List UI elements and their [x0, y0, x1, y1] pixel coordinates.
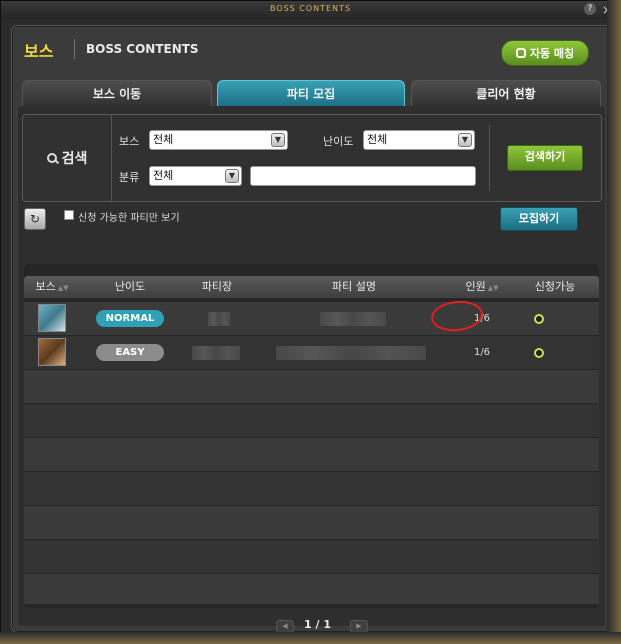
party-table: 보스 ▲▼ 난이도 파티장 파티 설명 인원 ▲▼ 신청가능 NORMAL 1/6: [24, 264, 599, 608]
boss-portrait: [38, 304, 66, 332]
boss-portrait: [38, 338, 66, 366]
available-indicator-icon: [534, 348, 544, 358]
chevron-down-icon: ▼: [225, 169, 239, 183]
description-blurred: [320, 312, 386, 326]
brand-divider: [74, 39, 75, 59]
difficulty-badge: NORMAL: [96, 310, 164, 327]
auto-match-label: 자동 매칭: [529, 47, 575, 60]
brand-title: 보스: [24, 42, 54, 61]
tab-boss-move[interactable]: 보스 이동: [22, 80, 212, 108]
table-header: 보스 ▲▼ 난이도 파티장 파티 설명 인원 ▲▼ 신청가능: [24, 276, 599, 298]
category-select-value: 전체: [153, 169, 174, 182]
tab-bar: 보스 이동 파티 모집 클리어 현황: [22, 80, 601, 108]
table-row[interactable]: NORMAL 1/6: [24, 302, 599, 335]
boss-contents-window: BOSS CONTENTS ? × 보스 BOSS CONTENTS 자동 매칭…: [0, 0, 621, 644]
members-count: 1/6: [473, 347, 491, 358]
search-heading: 검색: [23, 115, 112, 201]
toolbar: ↻ 신청 가능한 파티만 보기 모집하기: [18, 206, 605, 236]
boss-filter-label: 보스: [119, 135, 140, 148]
title-bar[interactable]: BOSS CONTENTS ? ×: [1, 1, 620, 19]
help-icon[interactable]: ?: [584, 3, 596, 15]
column-header-description: 파티 설명: [332, 280, 376, 293]
auto-match-button[interactable]: 자동 매칭: [501, 40, 589, 66]
table-row-empty: [24, 506, 599, 539]
page-indicator: 1 / 1: [304, 618, 331, 631]
available-only-label: 신청 가능한 파티만 보기: [78, 213, 180, 224]
column-header-leader: 파티장: [201, 280, 233, 293]
tab-clear-status[interactable]: 클리어 현황: [411, 80, 601, 108]
column-header-members[interactable]: 인원 ▲▼: [454, 276, 510, 298]
boss-select[interactable]: 전체 ▼: [149, 130, 288, 150]
category-select[interactable]: 전체 ▼: [149, 166, 242, 186]
recruit-button[interactable]: 모집하기: [500, 207, 578, 231]
table-row-empty: [24, 540, 599, 573]
background-edge-right: [607, 0, 621, 644]
category-filter-label: 분류: [119, 171, 140, 184]
table-row-empty: [24, 472, 599, 505]
difficulty-filter-label: 난이도: [323, 135, 354, 148]
panel-header: 보스 BOSS CONTENTS 자동 매칭: [12, 26, 611, 76]
main-panel: 보스 BOSS CONTENTS 자동 매칭 보스 이동 파티 모집 클리어 현…: [11, 25, 612, 633]
difficulty-select-value: 전체: [367, 133, 388, 146]
sort-icon: ▲▼: [57, 284, 69, 292]
table-row-empty: [24, 404, 599, 437]
background-edge-bottom: [0, 632, 621, 644]
search-panel: 검색 보스 전체 ▼ 난이도 전체 ▼ 분류 전체 ▼ 검색하기: [22, 114, 602, 202]
search-icon: [46, 152, 58, 164]
table-row-empty: [24, 370, 599, 403]
description-blurred: [276, 346, 426, 360]
difficulty-select[interactable]: 전체 ▼: [363, 130, 475, 150]
available-indicator-icon: [534, 314, 544, 324]
tab-content: 검색 보스 전체 ▼ 난이도 전체 ▼ 분류 전체 ▼ 검색하기 ↻ 신청 가능…: [18, 106, 605, 633]
keyword-input[interactable]: [250, 166, 476, 186]
boss-select-value: 전체: [153, 133, 174, 146]
leader-name-blurred: [192, 346, 240, 360]
column-header-difficulty: 난이도: [114, 280, 146, 293]
window-title: BOSS CONTENTS: [269, 4, 352, 13]
table-row[interactable]: EASY 1/6: [24, 336, 599, 369]
refresh-icon[interactable]: ↻: [24, 208, 46, 230]
column-header-boss[interactable]: 보스 ▲▼: [24, 276, 80, 298]
sort-icon: ▲▼: [487, 284, 499, 292]
leader-name-blurred: [208, 312, 230, 326]
column-header-available: 신청가능: [534, 280, 576, 293]
tab-party-recruit[interactable]: 파티 모집: [217, 80, 405, 108]
search-divider: [489, 125, 490, 191]
available-only-checkbox[interactable]: [64, 210, 74, 220]
difficulty-badge: EASY: [96, 344, 164, 361]
chevron-down-icon: ▼: [271, 133, 285, 147]
chevron-down-icon: ▼: [458, 133, 472, 147]
link-icon: [515, 48, 526, 58]
table-row-empty: [24, 574, 599, 604]
search-heading-label: 검색: [61, 151, 88, 167]
search-button[interactable]: 검색하기: [507, 145, 583, 171]
table-row-empty: [24, 438, 599, 471]
brand-subtitle: BOSS CONTENTS: [86, 42, 199, 56]
